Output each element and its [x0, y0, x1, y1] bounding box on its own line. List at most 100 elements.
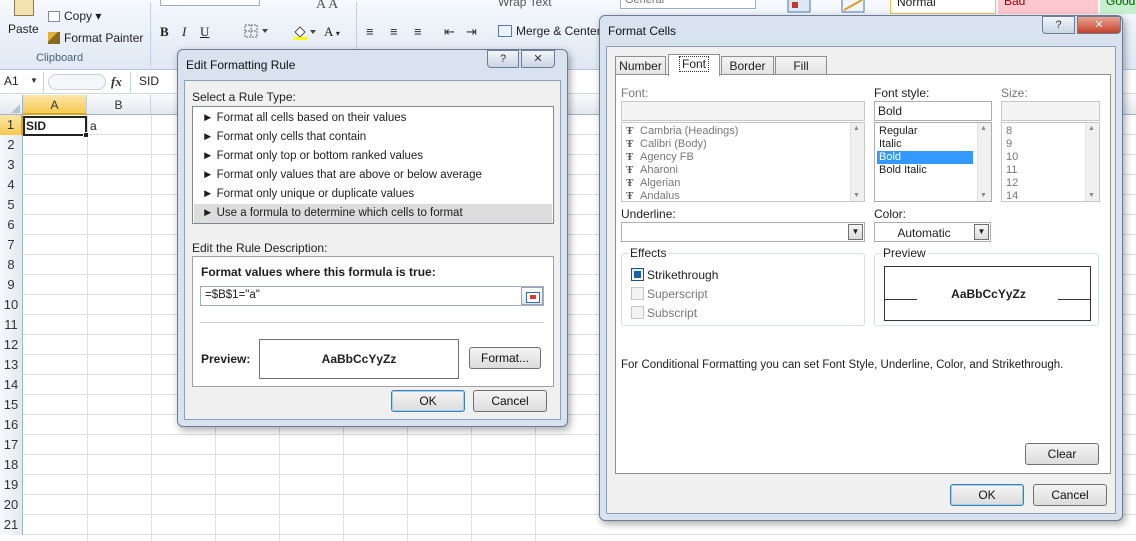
select-all-button[interactable] [0, 95, 23, 115]
row-header[interactable]: 18 [0, 455, 23, 475]
font-style-input[interactable]: Bold [874, 101, 992, 121]
subscript-label[interactable]: Subscript [647, 306, 697, 320]
row-header[interactable]: 8 [0, 255, 23, 275]
row-header[interactable]: 5 [0, 195, 23, 215]
row-header[interactable]: 10 [0, 295, 23, 315]
tab-font[interactable]: Font [668, 54, 720, 76]
column-header-b[interactable]: B [87, 95, 151, 115]
align-left-icon[interactable]: ≡ [366, 24, 374, 39]
help-button[interactable]: ? [487, 50, 519, 68]
row-header[interactable]: 9 [0, 275, 23, 295]
scroll-up-icon[interactable]: ▲ [1088, 125, 1095, 132]
fill-color-icon[interactable] [292, 24, 320, 43]
row-header[interactable]: 16 [0, 415, 23, 435]
cell-b1[interactable]: a [90, 119, 97, 133]
scroll-up-icon[interactable]: ▲ [853, 125, 860, 132]
font-list-item[interactable]: Ŧ Aharoni [624, 164, 678, 177]
font-list-item[interactable]: Ŧ Algerian [624, 177, 680, 190]
font-color-button[interactable]: A ▾ [324, 24, 340, 40]
size-item[interactable]: 8 [1004, 125, 1012, 138]
scroll-up-icon[interactable]: ▲ [980, 125, 987, 132]
size-item[interactable]: 11 [1004, 164, 1017, 177]
subscript-checkbox[interactable] [631, 306, 644, 319]
tab-number[interactable]: Number [615, 56, 666, 75]
chevron-down-icon[interactable]: ▼ [30, 76, 38, 85]
size-item[interactable]: 12 [1004, 177, 1018, 190]
scrollbar[interactable]: ▲ ▼ [1085, 123, 1099, 201]
underline-button[interactable]: U [200, 24, 209, 40]
row-header[interactable]: 13 [0, 355, 23, 375]
row-header[interactable]: 11 [0, 315, 23, 335]
font-input[interactable] [621, 101, 865, 121]
ok-button[interactable]: OK [950, 484, 1024, 506]
rule-type-item-selected[interactable]: ► Use a formula to determine which cells… [194, 204, 552, 223]
chevron-down-icon[interactable]: ▼ [974, 224, 989, 240]
style-bad[interactable]: Bad [998, 0, 1098, 14]
insert-function-icon[interactable]: fx [111, 74, 122, 90]
row-header[interactable]: 4 [0, 175, 23, 195]
row-header[interactable]: 15 [0, 395, 23, 415]
font-style-item[interactable]: Regular [877, 125, 973, 138]
increase-indent-icon[interactable]: ⇥ [466, 24, 477, 40]
rule-type-item[interactable]: ► Format all cells based on their values [194, 109, 552, 128]
font-list-item[interactable]: Ŧ Andalus [624, 190, 680, 201]
bold-button[interactable]: B [160, 24, 169, 40]
row-header[interactable]: 2 [0, 135, 23, 155]
row-header[interactable]: 3 [0, 155, 23, 175]
align-right-icon[interactable]: ≡ [414, 24, 422, 39]
italic-button[interactable]: I [182, 24, 186, 40]
rule-type-item[interactable]: ► Format only unique or duplicate values [194, 185, 552, 204]
grow-shrink-font-buttons[interactable]: A A [316, 0, 338, 13]
scrollbar[interactable]: ▲ ▼ [977, 123, 991, 201]
clear-button[interactable]: Clear [1025, 443, 1099, 465]
strikethrough-checkbox[interactable] [631, 268, 644, 281]
size-input[interactable] [1001, 101, 1100, 121]
cancel-button[interactable]: Cancel [473, 390, 547, 412]
align-center-icon[interactable]: ≡ [390, 24, 398, 39]
scroll-down-icon[interactable]: ▼ [1088, 192, 1095, 199]
scroll-down-icon[interactable]: ▼ [853, 192, 860, 199]
row-header[interactable]: 1 [0, 115, 23, 135]
font-style-list[interactable]: Regular Italic Bold Bold Italic ▲ ▼ [874, 122, 992, 202]
scrollbar[interactable]: ▲ ▼ [850, 123, 864, 201]
font-list-item[interactable]: Ŧ Calibri (Body) [624, 138, 707, 151]
rule-type-item[interactable]: ► Format only top or bottom ranked value… [194, 147, 552, 166]
style-normal[interactable]: Normal [890, 0, 996, 14]
font-style-item-selected[interactable]: Bold [877, 151, 973, 164]
size-item[interactable]: 9 [1004, 138, 1012, 151]
collapse-dialog-icon[interactable] [521, 287, 543, 305]
font-list-item[interactable]: Ŧ Agency FB [624, 151, 694, 164]
row-header[interactable]: 7 [0, 235, 23, 255]
row-header[interactable]: 6 [0, 215, 23, 235]
cancel-button[interactable]: Cancel [1033, 484, 1107, 506]
paste-button[interactable]: Paste [4, 0, 42, 44]
fill-handle[interactable] [83, 132, 89, 138]
superscript-label[interactable]: Superscript [647, 287, 708, 301]
size-item[interactable]: 14 [1004, 190, 1018, 201]
chevron-down-icon[interactable]: ▼ [848, 224, 863, 240]
font-list[interactable]: Ŧ Cambria (Headings) Ŧ Calibri (Body) Ŧ Age… [621, 122, 865, 202]
font-list-item[interactable]: Ŧ Cambria (Headings) [624, 125, 738, 138]
row-header[interactable]: 20 [0, 495, 23, 515]
conditional-formatting-icons[interactable] [786, 0, 876, 16]
rule-type-list[interactable]: ► Format all cells based on their values… [192, 106, 554, 224]
formula-bar-resize-handle[interactable] [48, 74, 106, 90]
merge-center-button[interactable]: Merge & Center [498, 24, 601, 38]
wrap-text-button[interactable]: Wrap Text [498, 0, 552, 9]
format-painter-button[interactable]: Format Painter [48, 31, 143, 45]
number-format-dropdown[interactable]: General [620, 0, 756, 9]
underline-dropdown[interactable]: ▼ [621, 222, 865, 242]
font-style-item[interactable]: Italic [877, 138, 973, 151]
column-header-a[interactable]: A [23, 95, 87, 115]
row-header[interactable]: 19 [0, 475, 23, 495]
scroll-down-icon[interactable]: ▼ [980, 192, 987, 199]
row-header[interactable]: 21 [0, 515, 23, 535]
help-button[interactable]: ? [1042, 16, 1075, 34]
ok-button[interactable]: OK [391, 390, 465, 412]
rule-type-item[interactable]: ► Format only values that are above or b… [194, 166, 552, 185]
superscript-checkbox[interactable] [631, 287, 644, 300]
rule-formula-input[interactable]: =$B$1="a" [200, 286, 544, 306]
size-list[interactable]: 8 9 10 11 12 14 ▲ ▼ [1001, 122, 1100, 202]
font-size-box[interactable] [160, 0, 260, 6]
copy-button[interactable]: Copy ▾ [48, 9, 101, 23]
